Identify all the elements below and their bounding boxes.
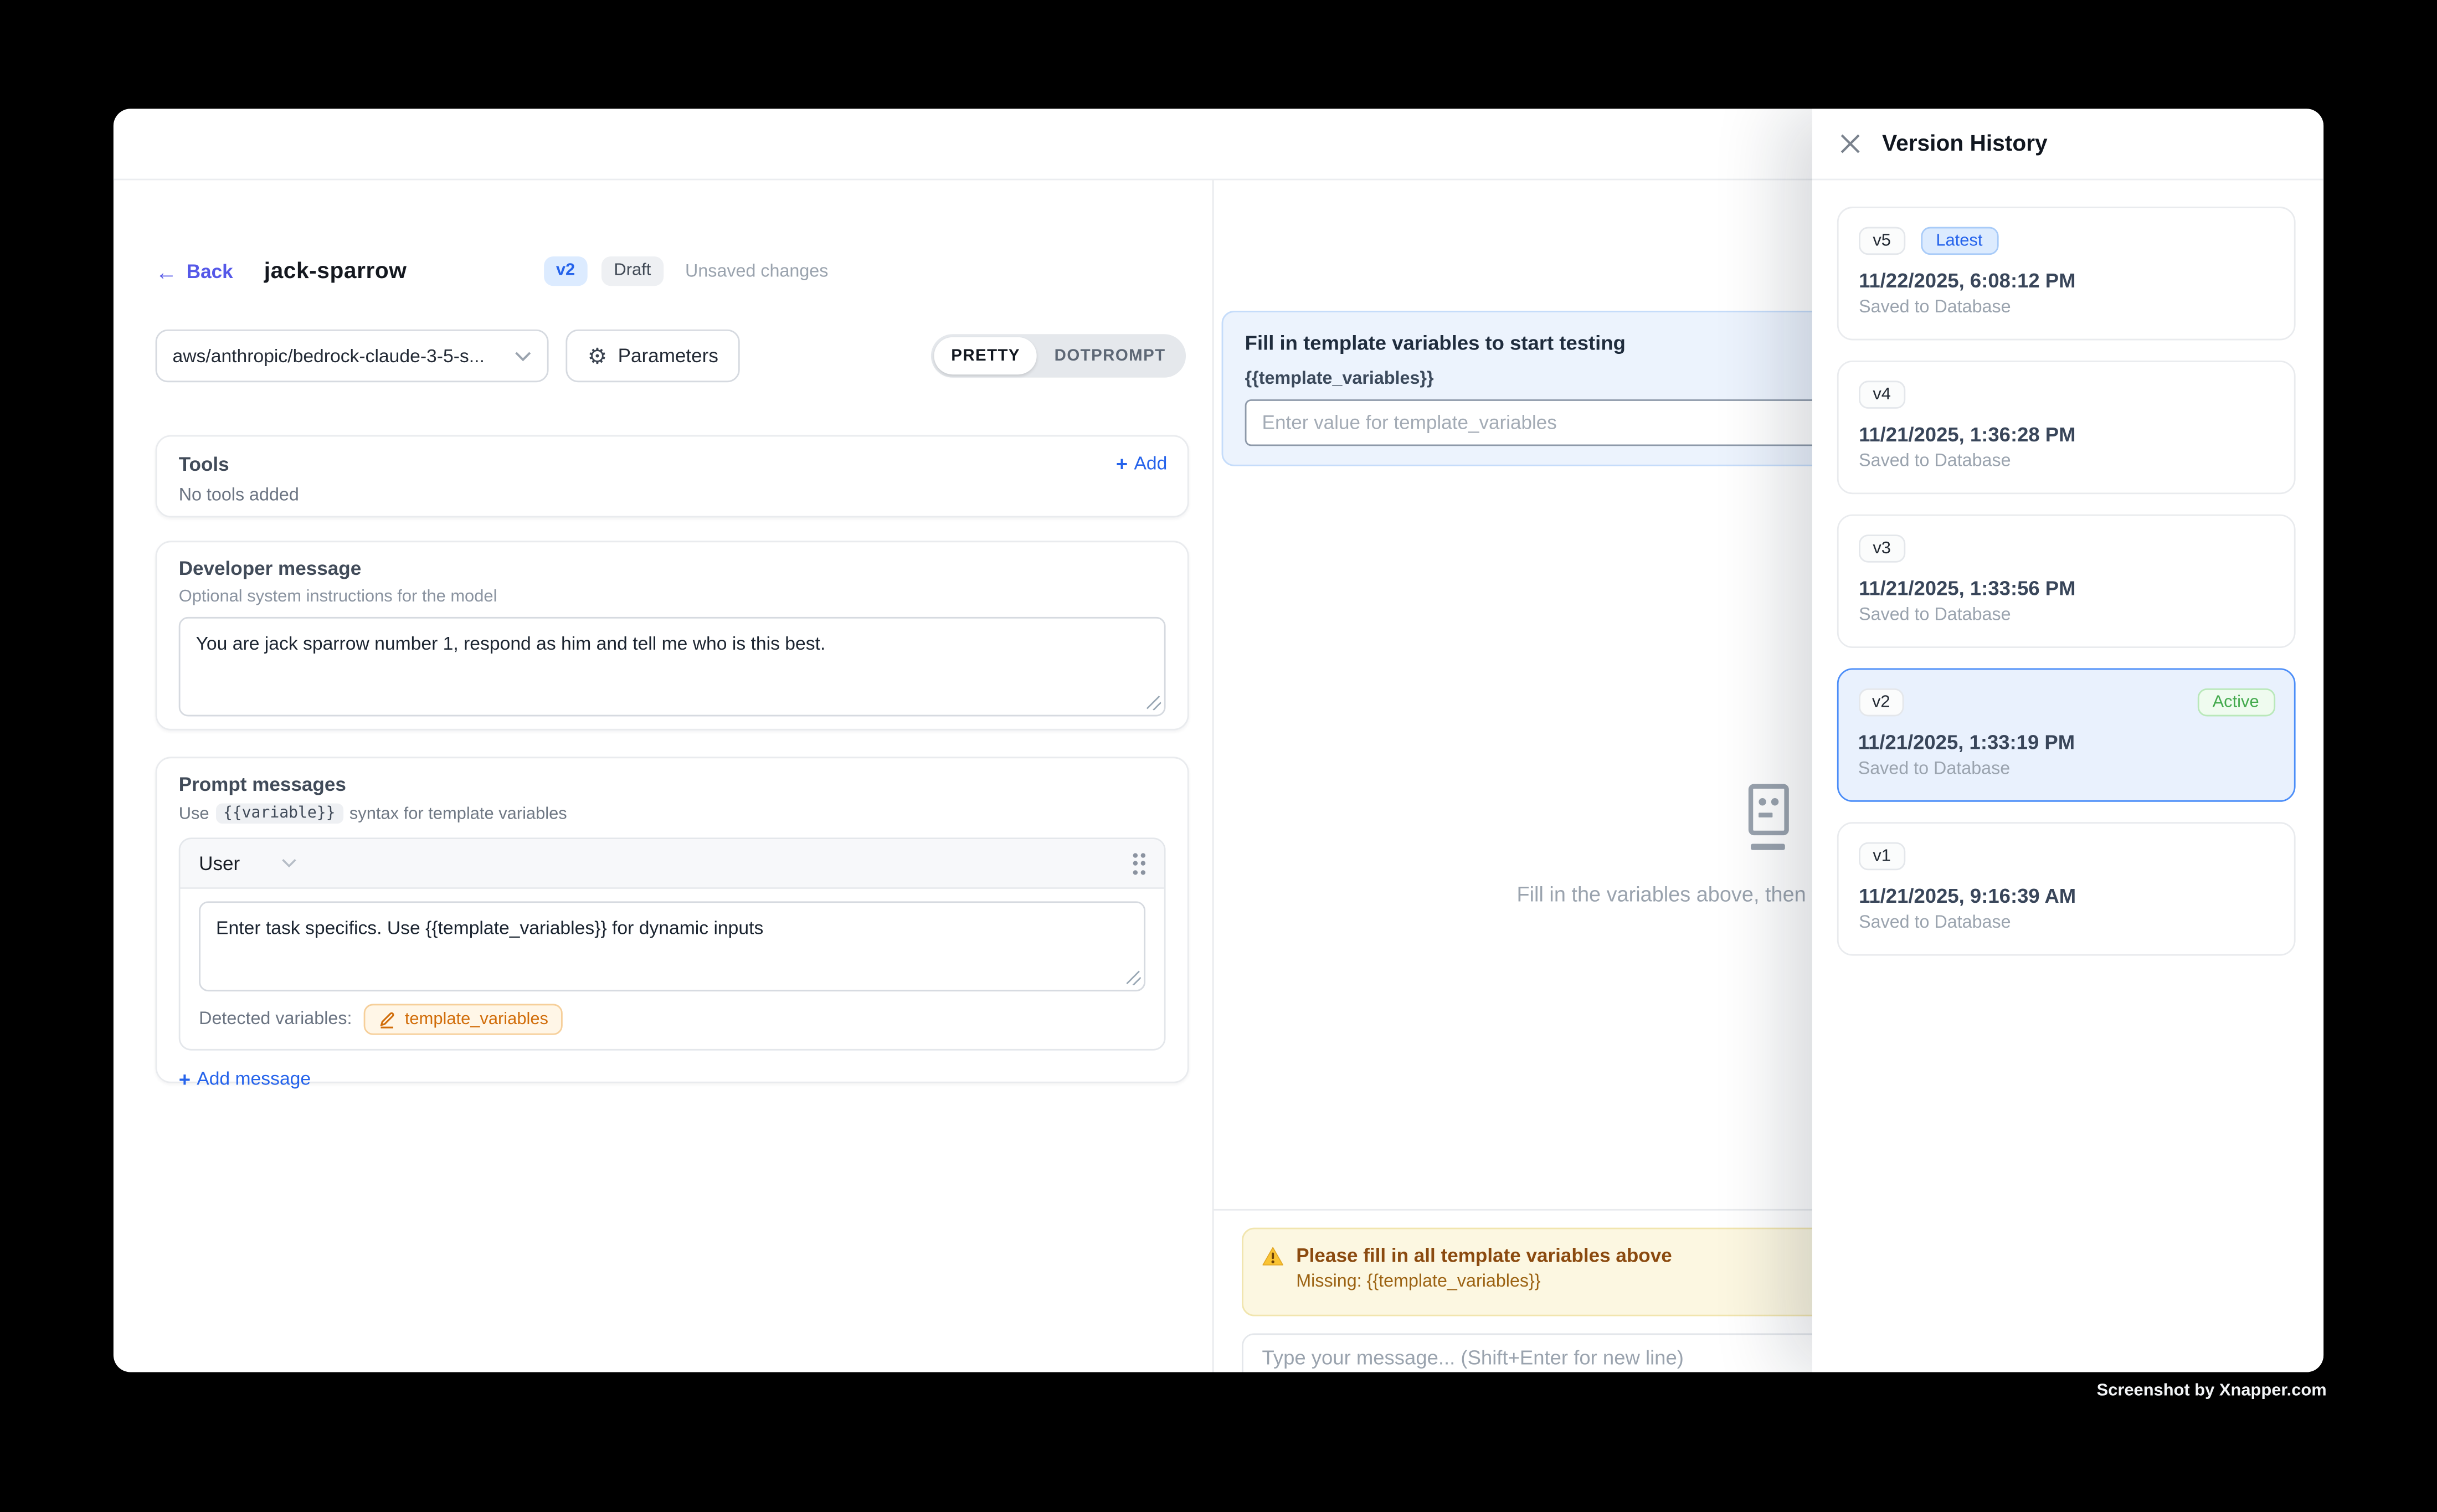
prompt-message-header: User [181,839,1164,889]
developer-message-subtitle: Optional system instructions for the mod… [179,588,1166,606]
model-select[interactable]: aws/anthropic/bedrock-claude-3-5-s... [156,330,549,382]
detected-variables-row: Detected variables: template_variables [199,1004,1145,1035]
tools-title: Tools [179,454,1166,475]
drag-handle-icon[interactable] [1132,852,1145,874]
version-number-badge: v3 [1859,534,1905,563]
plus-icon: + [1116,453,1128,473]
app-window: ← Back jack-sparrow v2 Draft Unsaved cha… [114,109,2323,1372]
add-message-label: Add message [197,1068,311,1089]
prompt-message-input[interactable]: Enter task specifics. Use {{template_var… [199,901,1145,991]
parameters-label: Parameters [618,345,718,367]
version-history-header: Version History [1812,109,2323,180]
model-select-value: aws/anthropic/bedrock-claude-3-5-s... [172,345,484,367]
hint-suffix: syntax for template variables [349,804,567,823]
version-item-v2[interactable]: v2 Active 11/21/2025, 1:33:19 PM Saved t… [1837,668,2296,801]
version-number-badge: v2 [1858,688,1904,716]
version-item-v4[interactable]: v4 11/21/2025, 1:36:28 PM Saved to Datab… [1837,361,2296,494]
variable-badge[interactable]: template_variables [364,1004,562,1035]
version-item-v5[interactable]: v5 Latest 11/22/2025, 6:08:12 PM Saved t… [1837,207,2296,340]
prompt-message-block: User Enter task specifics. Use {{templat… [179,837,1166,1050]
chevron-down-icon [282,858,297,869]
version-source: Saved to Database [1858,759,2275,778]
version-item-v3[interactable]: v3 11/21/2025, 1:33:56 PM Saved to Datab… [1837,515,2296,648]
prompt-message-body: Enter task specifics. Use {{template_var… [181,889,1164,1049]
version-source: Saved to Database [1859,299,2274,317]
developer-message-title: Developer message [179,558,1166,579]
developer-message-card: Developer message Optional system instru… [156,541,1189,730]
developer-message-field: You are jack sparrow number 1, respond a… [179,617,1166,717]
version-source: Saved to Database [1859,914,2274,933]
toggle-pretty[interactable]: PRETTY [934,337,1037,374]
chevron-down-icon [515,345,532,367]
version-history-list: v5 Latest 11/22/2025, 6:08:12 PM Saved t… [1812,180,2323,955]
prompt-messages-title: Prompt messages [179,774,1166,795]
active-badge: Active [2197,688,2275,716]
plus-icon: + [179,1068,191,1088]
warning-title: Please fill in all template variables ab… [1296,1244,1672,1266]
version-number-badge: v4 [1859,380,1905,409]
hint-prefix: Use [179,804,209,823]
add-message-button[interactable]: + Add message [179,1068,311,1089]
robot-icon [1739,781,1798,853]
watermark: Screenshot by Xnapper.com [2097,1381,2327,1400]
unsaved-changes-label: Unsaved changes [685,262,828,281]
version-badge: v2 [543,256,587,286]
version-date: 11/22/2025, 6:08:12 PM [1859,269,2274,292]
tools-card: Tools + Add No tools added [156,435,1189,518]
latest-badge: Latest [1920,227,1998,255]
version-date: 11/21/2025, 9:16:39 AM [1859,884,2274,908]
format-toggle: PRETTY DOTPROMPT [931,334,1186,378]
detected-variables-label: Detected variables: [199,1010,352,1029]
prompt-syntax-hint: Use {{variable}} syntax for template var… [179,804,1166,824]
page-title: jack-sparrow [264,259,407,284]
version-number-badge: v1 [1859,842,1905,871]
close-icon[interactable] [1839,132,1862,155]
version-date: 11/21/2025, 1:36:28 PM [1859,423,2274,446]
gear-icon: ⚙ [588,345,607,367]
draft-badge: Draft [601,256,664,286]
variable-syntax-chip: {{variable}} [215,804,343,824]
version-number-badge: v5 [1859,227,1905,255]
add-tool-button[interactable]: + Add [1116,452,1167,474]
page-header-row: ← Back jack-sparrow v2 Draft Unsaved cha… [156,256,829,286]
developer-message-input[interactable]: You are jack sparrow number 1, respond a… [179,617,1166,717]
back-button[interactable]: ← Back [156,260,233,282]
version-item-v1[interactable]: v1 11/21/2025, 9:16:39 AM Saved to Datab… [1837,822,2296,955]
prompt-messages-card: Prompt messages Use {{variable}} syntax … [156,757,1189,1083]
role-select-value: User [199,852,240,874]
pencil-icon [378,1010,397,1029]
toggle-dotprompt[interactable]: DOTPROMPT [1037,337,1183,374]
role-select[interactable]: User [199,852,297,874]
back-arrow-icon: ← [156,260,177,282]
version-history-panel: Version History v5 Latest 11/22/2025, 6:… [1812,109,2323,1372]
version-date: 11/21/2025, 1:33:19 PM [1858,729,2275,753]
parameters-button[interactable]: ⚙ Parameters [565,330,740,382]
version-date: 11/21/2025, 1:33:56 PM [1859,577,2274,600]
add-tool-label: Add [1134,452,1167,474]
tools-empty-text: No tools added [179,486,1166,505]
version-source: Saved to Database [1859,452,2274,471]
screenshot-stage: ← Back jack-sparrow v2 Draft Unsaved cha… [0,0,2437,1512]
warning-icon [1262,1246,1284,1266]
header-badges: v2 Draft Unsaved changes [543,256,828,286]
version-source: Saved to Database [1859,606,2274,625]
back-label: Back [187,260,233,282]
panel-title: Version History [1882,131,2047,156]
variable-badge-label: template_variables [405,1010,548,1029]
